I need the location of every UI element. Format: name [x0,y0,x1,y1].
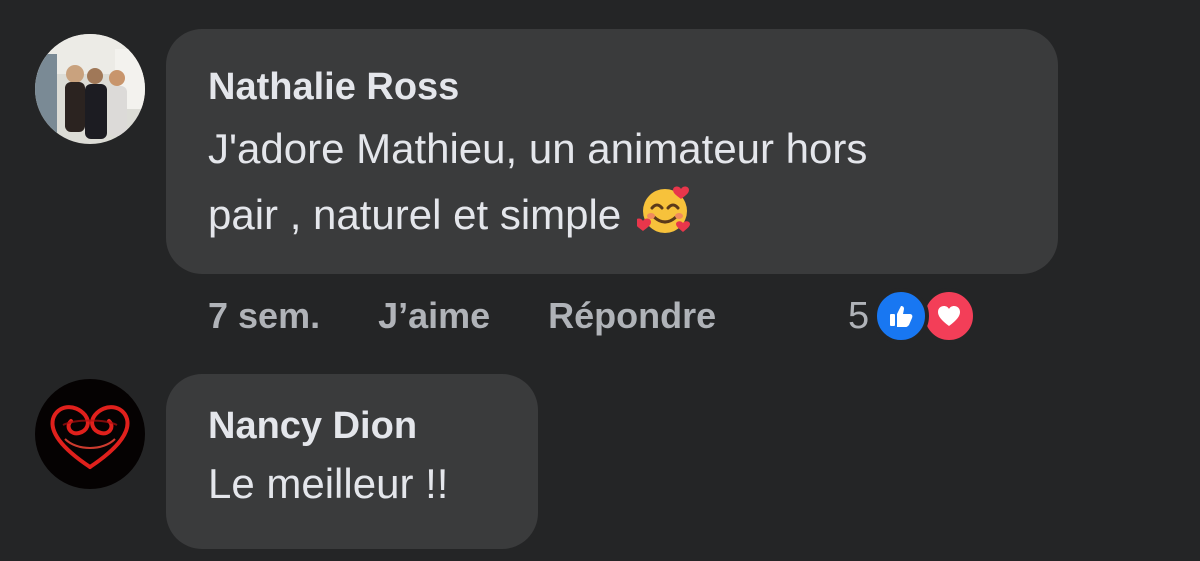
reply-button[interactable]: Répondre [548,295,716,337]
comment-text: Le meilleur !! [208,460,449,507]
smiling-face-with-hearts-icon [634,181,693,255]
comment-bubble: Nancy Dion Le meilleur !! [166,374,538,549]
comment-author[interactable]: Nancy Dion [208,404,498,448]
comment-actions: 7 sem. J’aime Répondre [208,294,716,338]
comment-time[interactable]: 7 sem. [208,295,320,337]
reaction-count: 5 [848,294,870,337]
profile-photo [35,379,145,489]
avatar-nancy-dion[interactable] [35,379,145,489]
profile-photo [35,34,145,144]
reaction-summary[interactable]: 5 [848,288,978,344]
love-icon [921,288,978,344]
like-button[interactable]: J’aime [378,295,490,337]
comment-text-line: J'adore Mathieu, un animateur hors [208,125,868,172]
comment-text: J'adore Mathieu, un animateur hors pair … [208,117,1018,255]
comment-author[interactable]: Nathalie Ross [208,65,1018,109]
comment-bubble: Nathalie Ross J'adore Mathieu, un animat… [166,29,1058,274]
comment-text-line: pair , naturel et simple [208,181,1018,255]
comment-text-segment: pair , naturel et simple [208,191,622,239]
like-icon [873,288,930,344]
comments-thread: Nathalie Ross J'adore Mathieu, un animat… [0,0,1200,561]
avatar-nathalie-ross[interactable] [35,34,145,144]
